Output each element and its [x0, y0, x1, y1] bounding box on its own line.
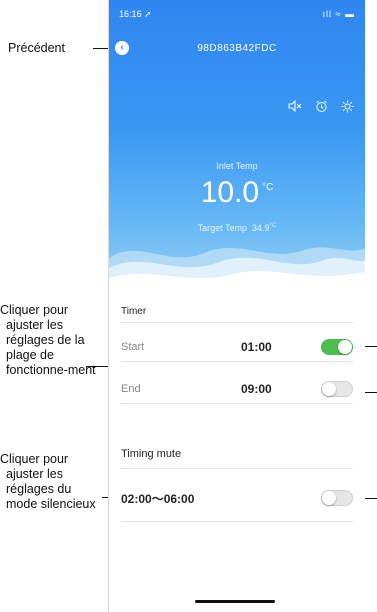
timer-start-row[interactable]: Start 01:00 [121, 331, 353, 362]
alarm-clock-icon[interactable] [313, 100, 329, 116]
inlet-temp-value: 10.0 °C [109, 176, 365, 210]
device-title: 98D863B42FDC [197, 43, 277, 54]
pointer-start-toggle [364, 346, 377, 347]
speaker-mute-icon[interactable] [287, 99, 303, 116]
inlet-temp-number: 10.0 [200, 176, 260, 209]
status-bar: 16:16 ➚ ıll ≈ ▬ [119, 9, 355, 23]
timing-mute-title: Timing mute [121, 448, 182, 460]
timer-start-label: Start [121, 341, 145, 353]
timer-end-value[interactable]: 09:00 [241, 382, 272, 396]
annotation-back: Précédent [8, 41, 65, 55]
divider [121, 468, 353, 469]
timer-title: Timer [121, 306, 147, 317]
divider [121, 322, 353, 323]
inlet-temp-label: Inlet Temp [216, 161, 258, 171]
wave-decoration [109, 247, 365, 292]
header-icons [287, 99, 355, 116]
timing-mute-range[interactable]: 02:00～06:00 [121, 490, 194, 507]
sun-icon[interactable] [339, 100, 355, 116]
home-indicator [195, 600, 275, 603]
timing-mute-toggle[interactable] [321, 490, 353, 506]
phone-screen: 16:16 ➚ ıll ≈ ▬ ‹ 98D863B42FDC Inlet Tem… [108, 0, 365, 612]
pointer-end-toggle [364, 392, 377, 393]
timer-start-value[interactable]: 01:00 [241, 340, 272, 354]
inlet-temp-unit: °C [262, 182, 274, 193]
timer-start-toggle[interactable] [321, 339, 353, 355]
timer-end-label: End [121, 383, 141, 395]
pointer-mute-toggle [364, 498, 377, 499]
toggle-knob [322, 491, 336, 505]
header-panel: 16:16 ➚ ıll ≈ ▬ ‹ 98D863B42FDC Inlet Tem… [109, 0, 365, 292]
timer-end-row[interactable]: End 09:00 [121, 373, 353, 404]
status-time: 16:16 ➚ [119, 9, 152, 19]
timing-mute-row[interactable]: 02:00～06:00 [121, 481, 353, 522]
timer-end-toggle[interactable] [321, 381, 353, 397]
status-icons: ıll ≈ ▬ [322, 9, 355, 19]
annotation-mute: Cliquer pour ajuster les réglages du mod… [0, 452, 96, 511]
toggle-knob [338, 340, 352, 354]
toggle-knob [322, 382, 336, 396]
